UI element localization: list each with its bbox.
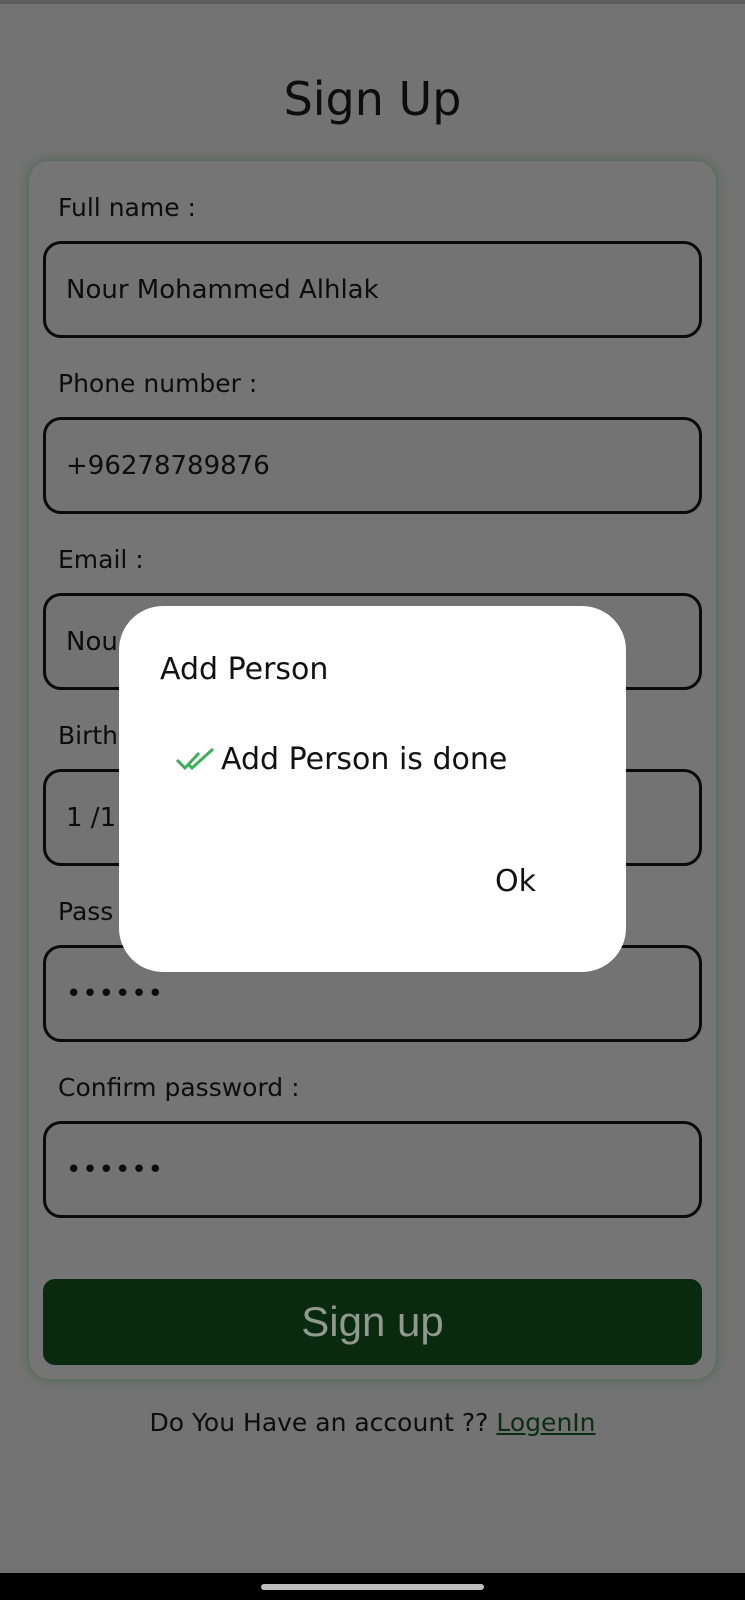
home-indicator[interactable] (261, 1584, 484, 1590)
phone-label: Phone number : (58, 369, 258, 398)
birth-label: Birth (58, 721, 119, 750)
full-name-field[interactable]: Nour Mohammed Alhlak (43, 241, 702, 338)
double-check-icon (175, 745, 217, 775)
page-title: Sign Up (283, 72, 462, 126)
add-person-dialog: Add Person Add Person is done Ok (119, 606, 626, 972)
login-prompt: Do You Have an account ?? LogenIn (0, 1408, 745, 1437)
login-prompt-text: Do You Have an account ?? (149, 1408, 497, 1437)
confirm-password-field[interactable]: •••••• (43, 1121, 702, 1218)
signup-button[interactable]: Sign up (43, 1279, 702, 1365)
dialog-message: Add Person is done (175, 742, 507, 777)
login-link[interactable]: LogenIn (496, 1408, 595, 1437)
full-name-label: Full name : (58, 193, 196, 222)
phone-field[interactable]: +96278789876 (43, 417, 702, 514)
dialog-message-text: Add Person is done (221, 742, 508, 777)
status-bar-line (0, 0, 745, 4)
ok-button[interactable]: Ok (495, 864, 536, 899)
confirm-password-label: Confirm password : (58, 1073, 300, 1102)
dialog-title: Add Person (160, 652, 329, 687)
password-label: Pass (58, 897, 114, 926)
email-label: Email : (58, 545, 144, 574)
